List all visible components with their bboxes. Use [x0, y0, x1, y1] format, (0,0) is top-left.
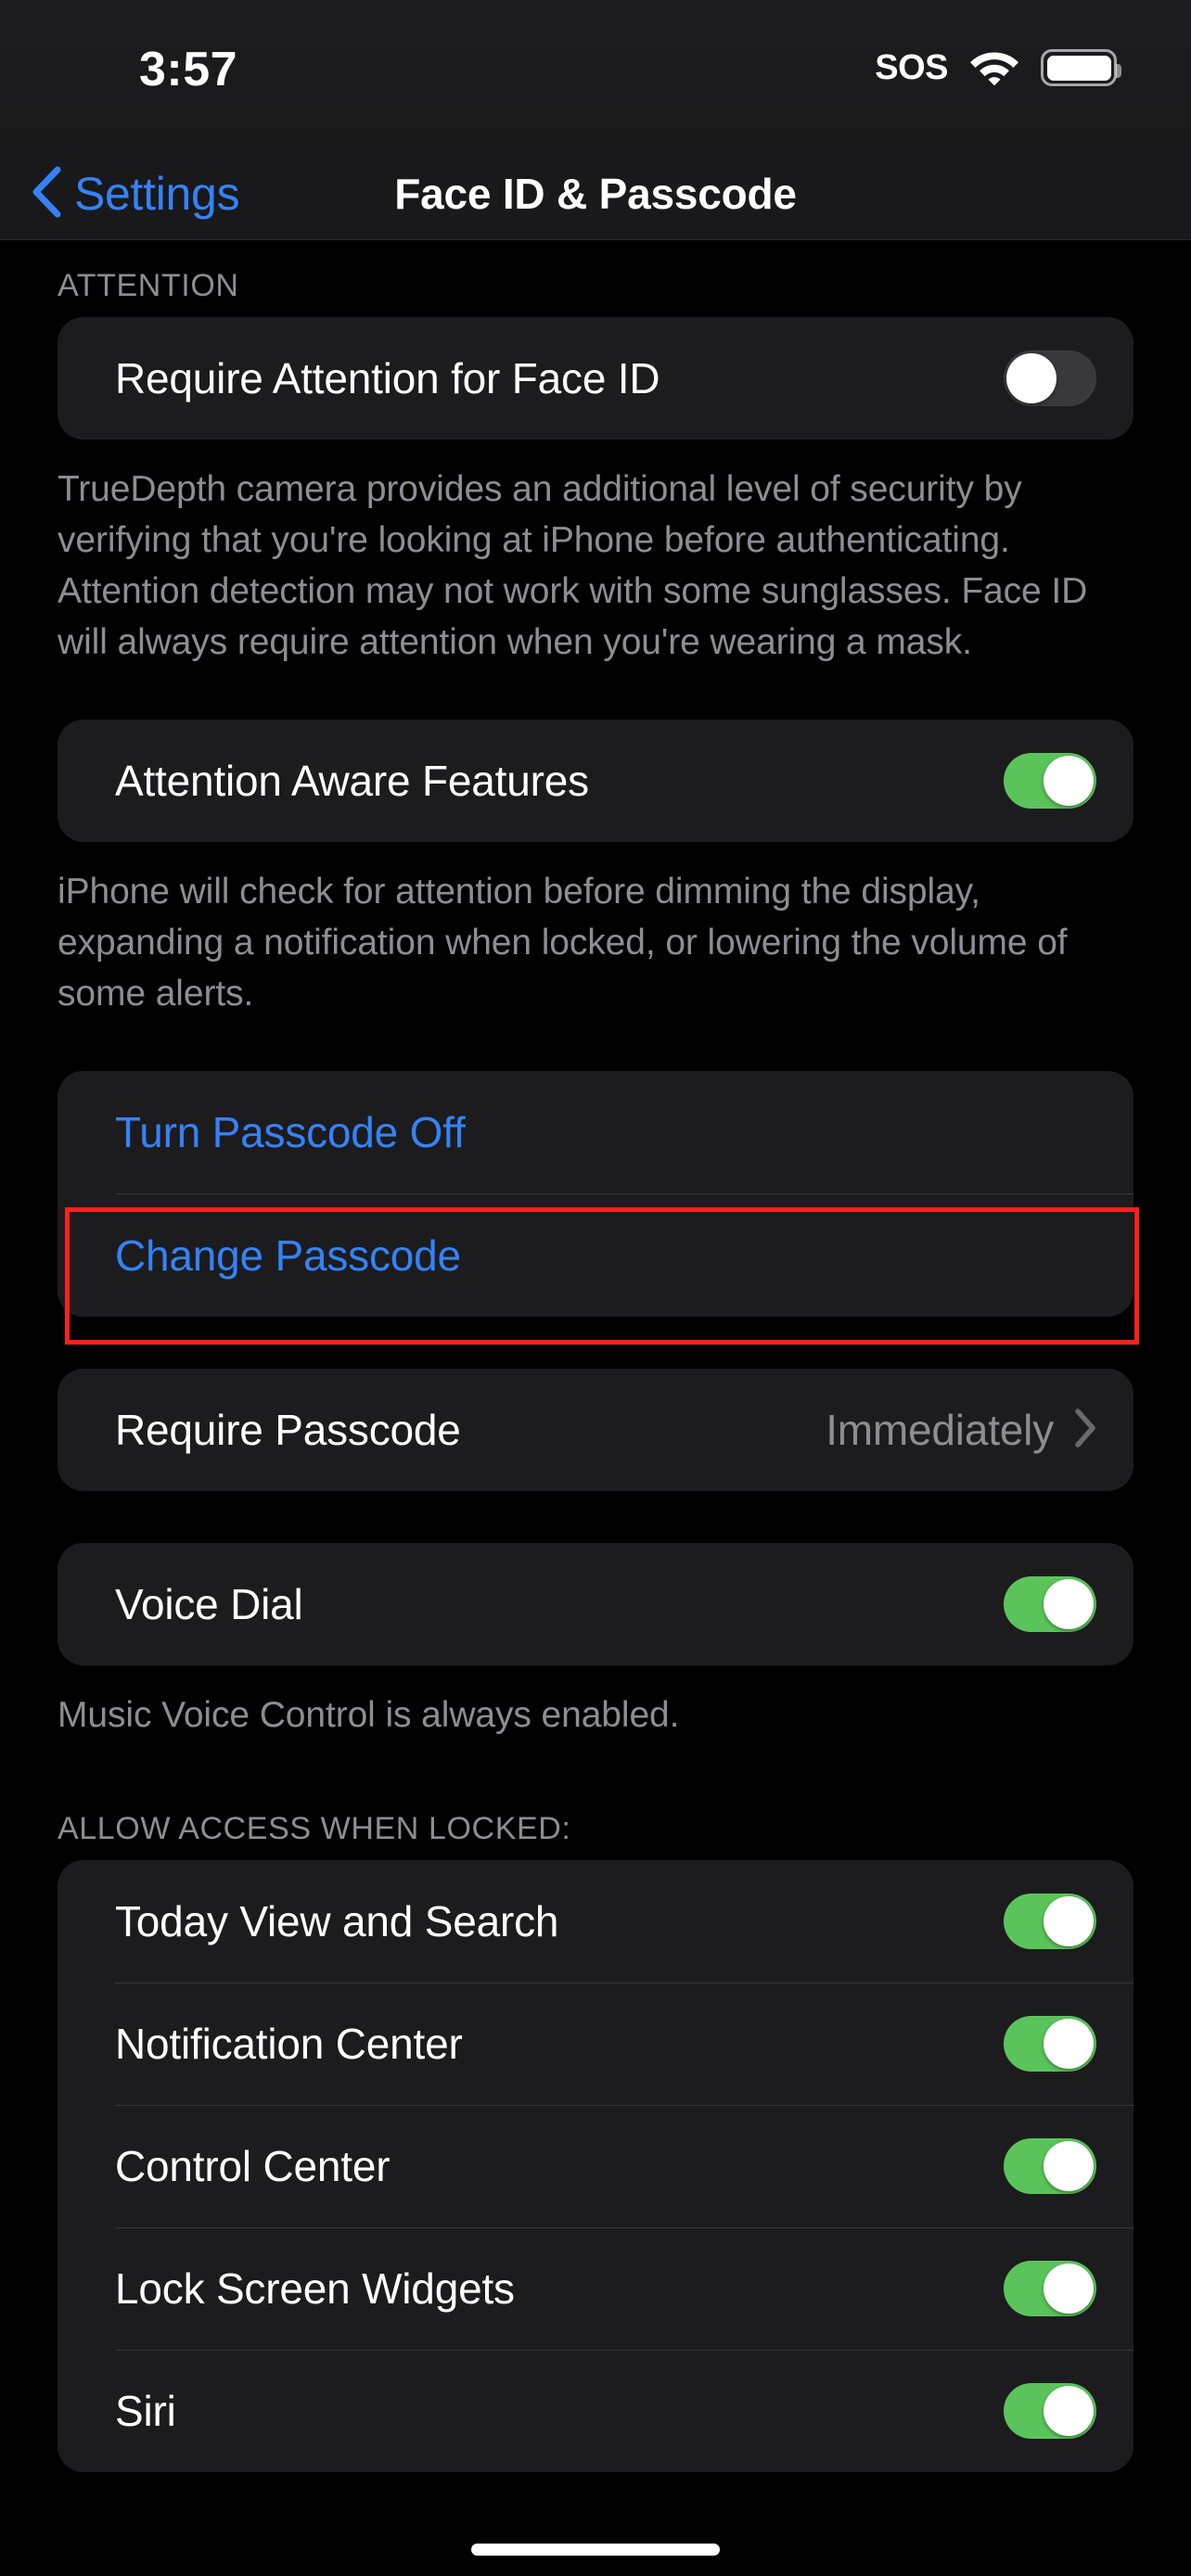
toggle-knob	[1044, 1896, 1094, 1946]
row-accessory-group: Immediately	[826, 1405, 1096, 1455]
navigation-bar: Settings Face ID & Passcode	[0, 148, 1191, 240]
home-indicator	[471, 2544, 720, 2556]
row-control-center[interactable]: Control Center	[58, 2105, 1133, 2227]
attention-aware-card: Attention Aware Features	[58, 720, 1133, 842]
row-turn-passcode-off[interactable]: Turn Passcode Off	[58, 1071, 1133, 1193]
section-header-attention: ATTENTION	[58, 268, 239, 303]
sos-indicator: SOS	[875, 48, 948, 87]
row-separator	[115, 1193, 1133, 1194]
row-label: Require Attention for Face ID	[115, 354, 660, 402]
row-label: Turn Passcode Off	[115, 1108, 466, 1156]
attention-card: Require Attention for Face ID	[58, 317, 1133, 440]
status-bar: 3:57 SOS	[0, 0, 1191, 148]
row-separator	[115, 2227, 1133, 2228]
row-label: Require Passcode	[115, 1406, 461, 1454]
toggle-lock-screen-widgets[interactable]	[1004, 2261, 1096, 2316]
status-bar-time: 3:57	[139, 43, 238, 96]
toggle-siri[interactable]	[1004, 2383, 1096, 2439]
toggle-knob	[1044, 1579, 1094, 1629]
row-today-view-and-search[interactable]: Today View and Search	[58, 1860, 1133, 1983]
footer-voice-dial: Music Voice Control is always enabled.	[58, 1695, 680, 1735]
toggle-voice-dial[interactable]	[1004, 1576, 1096, 1632]
row-attention-aware-features[interactable]: Attention Aware Features	[58, 720, 1133, 842]
toggle-knob	[1044, 2019, 1094, 2069]
row-voice-dial[interactable]: Voice Dial	[58, 1543, 1133, 1665]
toggle-knob	[1044, 2264, 1094, 2314]
iphone-screen: 3:57 SOS Settings Face ID & Passcode ATT…	[0, 0, 1191, 2576]
settings-scroll-view[interactable]: ATTENTION Require Attention for Face ID …	[0, 240, 1191, 2576]
row-require-attention-for-face-id[interactable]: Require Attention for Face ID	[58, 317, 1133, 440]
toggle-knob	[1044, 2386, 1094, 2436]
toggle-knob	[1044, 2141, 1094, 2191]
row-separator	[115, 2350, 1133, 2351]
row-lock-screen-widgets[interactable]: Lock Screen Widgets	[58, 2227, 1133, 2350]
passcode-actions-card: Turn Passcode Off Change Passcode	[58, 1071, 1133, 1317]
row-notification-center[interactable]: Notification Center	[58, 1983, 1133, 2105]
toggle-knob	[1044, 756, 1094, 806]
row-label: Attention Aware Features	[115, 757, 589, 805]
row-require-passcode[interactable]: Require Passcode Immediately	[58, 1369, 1133, 1491]
voice-dial-card: Voice Dial	[58, 1543, 1133, 1665]
row-label: Control Center	[115, 2142, 391, 2190]
row-change-passcode[interactable]: Change Passcode	[58, 1193, 1133, 1317]
toggle-control-center[interactable]	[1004, 2138, 1096, 2194]
require-passcode-card: Require Passcode Immediately	[58, 1369, 1133, 1491]
toggle-today-view-and-search[interactable]	[1004, 1894, 1096, 1949]
row-label: Lock Screen Widgets	[115, 2264, 515, 2313]
footer-attention-aware: iPhone will check for attention before d…	[58, 872, 1068, 1014]
row-label: Siri	[115, 2387, 176, 2435]
footer-attention: TrueDepth camera provides an additional …	[58, 469, 1088, 662]
section-header-allow-access: ALLOW ACCESS WHEN LOCKED:	[58, 1811, 571, 1846]
status-bar-indicators: SOS	[875, 45, 1121, 91]
toggle-notification-center[interactable]	[1004, 2016, 1096, 2072]
chevron-right-icon	[1074, 1408, 1096, 1452]
row-siri[interactable]: Siri	[58, 2350, 1133, 2472]
allow-access-card: Today View and Search Notification Cente…	[58, 1860, 1133, 2472]
row-label: Notification Center	[115, 2020, 463, 2068]
require-passcode-value: Immediately	[826, 1406, 1054, 1454]
battery-level-fill	[1046, 55, 1111, 81]
page-title: Face ID & Passcode	[394, 170, 797, 218]
row-label: Today View and Search	[115, 1897, 559, 1945]
wifi-icon	[968, 46, 1020, 90]
battery-cap	[1116, 64, 1121, 78]
toggle-knob	[1006, 353, 1057, 403]
row-label: Voice Dial	[115, 1580, 303, 1628]
row-separator	[115, 2105, 1133, 2106]
row-label: Change Passcode	[115, 1231, 461, 1280]
battery-icon	[1041, 49, 1121, 86]
toggle-attention-aware-features[interactable]	[1004, 753, 1096, 809]
toggle-require-attention-for-face-id[interactable]	[1004, 351, 1096, 406]
